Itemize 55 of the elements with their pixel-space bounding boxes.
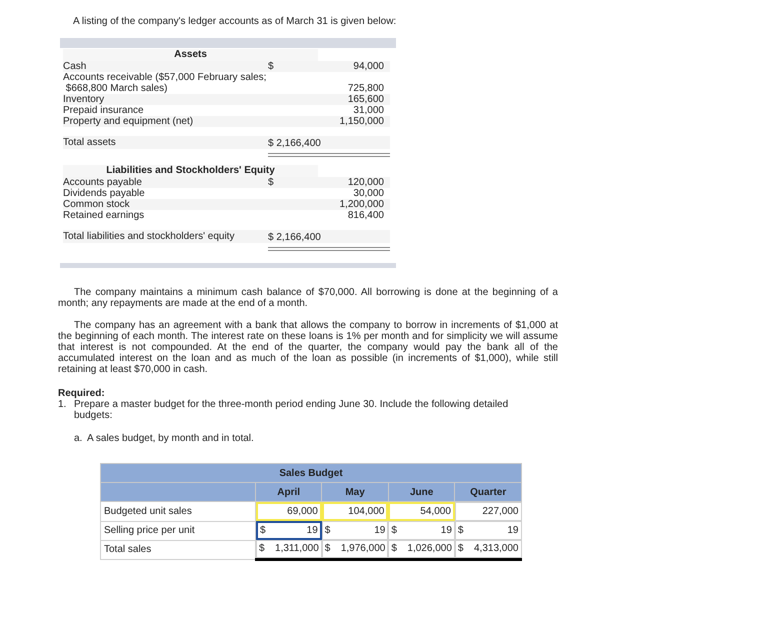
account-amount: 31,000 <box>352 105 385 116</box>
total-label: Total liabilities and stockholders' equity <box>63 230 236 244</box>
value-cell: $ 1,026,000 <box>388 540 455 558</box>
list-marker: 1. <box>58 399 68 412</box>
account-label: Common stock <box>63 199 131 210</box>
list-marker: a. <box>74 433 84 444</box>
section-heading: Assets <box>63 49 318 61</box>
account-label: Cash <box>63 61 88 72</box>
input-cell[interactable]: 104,000 <box>322 502 388 521</box>
intro-text: A listing of the company's ledger accounts as of March 31 is given below: <box>73 15 396 29</box>
account-amount: 816,400 <box>346 210 385 221</box>
list-text: A sales budget, by month and in total. <box>87 433 254 444</box>
total-label: Total assets <box>63 136 117 150</box>
section-heading: Liabilities and Stockholders' Equity <box>63 165 318 177</box>
total-amount: $ 2,166,400 <box>268 231 321 245</box>
input-cell[interactable]: 54,000 <box>388 502 455 521</box>
paragraph: The company maintains a minimum cash balance of $70,000. All borrowing is done at the beginning of a month; any repayments are made at the end of a month. <box>58 287 558 309</box>
account-amount: 30,000 <box>352 188 385 199</box>
column-header: Quarter <box>454 482 522 502</box>
value-cell: $ 1,311,000 <box>256 540 322 558</box>
input-cell[interactable]: 69,000 <box>256 502 322 521</box>
currency-sign: $ <box>268 61 274 72</box>
list-text: Prepare a master budget for the three-month period ending June 30. Include the following detailed budgets: <box>74 399 510 421</box>
value-cell: $ 19 <box>322 521 388 540</box>
table-title: Sales Budget <box>100 464 522 482</box>
value-cell: $ 1,976,000 <box>322 540 388 558</box>
account-label: Property and equipment (net) <box>63 116 194 127</box>
required-heading: Required: <box>58 388 106 399</box>
input-cell[interactable]: $ 19 <box>256 521 322 540</box>
account-label: Accounts payable <box>63 177 143 188</box>
value-cell: $ 4,313,000 <box>454 540 522 558</box>
account-amount: 165,600 <box>346 94 385 105</box>
column-header: April <box>256 482 322 502</box>
account-label: $668,800 March sales) <box>64 83 169 94</box>
currency-sign: $ <box>268 177 274 188</box>
account-amount: 94,000 <box>352 61 385 72</box>
account-amount: 1,200,000 <box>338 199 385 210</box>
column-header: June <box>388 482 455 502</box>
column-header: May <box>322 482 388 502</box>
account-label: Accounts receivable ($57,000 February sales; <box>63 72 268 83</box>
account-label: Prepaid insurance <box>63 105 145 116</box>
total-amount: $ 2,166,400 <box>268 137 321 151</box>
value-cell: $ 19 <box>388 521 455 540</box>
account-label: Retained earnings <box>63 210 146 221</box>
value-cell: $ 19 <box>454 521 522 540</box>
account-label: Dividends payable <box>63 188 146 199</box>
account-amount: 1,150,000 <box>338 116 385 127</box>
value-cell: 227,000 <box>454 502 522 521</box>
paragraph: The company has an agreement with a bank that allows the company to borrow in increments of $1,000 at the beginning of each month. The interest rate on these loans is 1% per month and for simplicity we will assume that interest is not compounded. At the end of the quarter, the company would pay the bank all of the accumulated interest on the loan and as much of the loan as possible (in increments of $1,000), while still retaining at least $70,000 in cash. <box>58 320 558 375</box>
row-label: Total sales <box>100 540 256 559</box>
account-amount: 120,000 <box>346 177 385 188</box>
row-label: Selling price per unit <box>100 521 256 540</box>
account-label: Inventory <box>63 94 106 105</box>
row-label: Budgeted unit sales <box>100 502 256 521</box>
account-amount: 725,800 <box>346 83 385 94</box>
